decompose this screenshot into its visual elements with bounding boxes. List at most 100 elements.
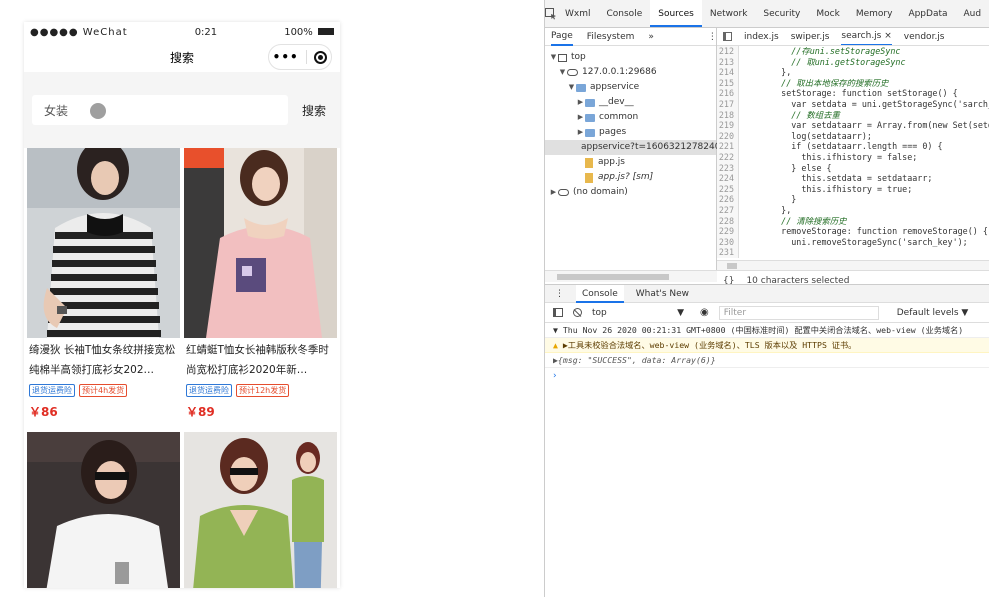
tree-item[interactable]: ▼ appservice <box>545 80 716 95</box>
context-selector[interactable]: top ▼ <box>592 308 690 318</box>
code-line[interactable]: 224 this.setdata = setdataarr; <box>717 173 989 184</box>
navigator-scrollbar[interactable] <box>545 270 717 282</box>
line-number[interactable]: 220 <box>717 130 739 142</box>
line-number[interactable]: 221 <box>717 141 739 152</box>
toggle-navigator-icon[interactable] <box>723 32 732 41</box>
console-object-row[interactable]: ▶{msg: "SUCCESS", data: Array(6)} <box>545 353 989 368</box>
product-card[interactable] <box>184 432 337 588</box>
more-tabs-icon[interactable]: » <box>648 32 654 42</box>
code-lines[interactable]: 212 //存uni.setStorageSync 213 // 取uni.get… <box>717 46 989 260</box>
code-line[interactable]: 223 } else { <box>717 162 989 174</box>
tree-item[interactable]: ▼ top <box>545 50 716 65</box>
code-line[interactable]: 229 removeStorage: function removeStorag… <box>717 226 989 237</box>
tree-item[interactable]: ▶ (no domain) <box>545 185 716 200</box>
tab-security[interactable]: Security <box>755 0 808 27</box>
tab-network[interactable]: Network <box>702 0 756 27</box>
line-number[interactable]: 219 <box>717 120 739 131</box>
tab-page[interactable]: Page <box>551 28 573 46</box>
code-line[interactable]: 219 var setdataarr = Array.from(new Set(… <box>717 120 989 131</box>
product-card[interactable]: 红蜻蜓T恤女长袖韩版秋冬季时尚宽松打底衫2020年新… 退货运费险 预计12h发… <box>184 148 337 426</box>
line-number[interactable]: 214 <box>717 67 739 78</box>
code-line[interactable]: 216 setStorage: function setStorage() { <box>717 88 989 99</box>
file-tab-search[interactable]: search.js × <box>841 28 892 45</box>
console-log-row[interactable]: ▼ Thu Nov 26 2020 00:21:31 GMT+0800 (中国标… <box>545 323 989 338</box>
tree-toggle-icon[interactable]: ▶ <box>576 125 585 140</box>
drawer-menu-icon[interactable]: ⋮ <box>555 289 564 299</box>
line-number[interactable]: 225 <box>717 183 739 195</box>
console-filter-input[interactable]: Filter <box>718 305 879 320</box>
code-line[interactable]: 228 // 清除搜索历史 <box>717 215 989 227</box>
code-line[interactable]: 212 //存uni.setStorageSync <box>717 46 989 57</box>
console-prompt[interactable]: › <box>545 368 989 384</box>
scrollbar-thumb[interactable] <box>557 274 669 280</box>
code-line[interactable]: 220 log(setdataarr); <box>717 130 989 142</box>
line-number[interactable]: 215 <box>717 77 739 89</box>
line-number[interactable]: 212 <box>717 46 739 57</box>
code-line[interactable]: 221 if (setdataarr.length === 0) { <box>717 141 989 152</box>
line-number[interactable]: 227 <box>717 204 739 216</box>
code-line[interactable]: 214 }, <box>717 67 989 78</box>
tree-toggle-icon[interactable]: ▼ <box>549 50 558 65</box>
code-line[interactable]: 217 var setdata = uni.getStorageSync('sa… <box>717 98 989 110</box>
product-image[interactable] <box>27 432 180 588</box>
tree-item[interactable]: ▶ __dev__ <box>545 95 716 110</box>
scrollbar-thumb[interactable] <box>727 263 737 269</box>
tab-memory[interactable]: Memory <box>848 0 901 27</box>
line-number[interactable]: 222 <box>717 151 739 163</box>
line-number[interactable]: 216 <box>717 88 739 99</box>
live-expression-eye-icon[interactable]: ◉ <box>700 307 709 318</box>
tree-toggle-icon[interactable]: ▼ <box>567 80 576 95</box>
tree-toggle-icon[interactable]: ▶ <box>576 95 585 110</box>
product-card[interactable]: 绮漫狄 长袖T恤女条纹拼接宽松纯棉半高领打底衫女202… 退货运费险 预计4h发… <box>27 148 180 426</box>
inspect-element-icon[interactable] <box>545 1 557 27</box>
tab-console[interactable]: Console <box>599 0 651 27</box>
drawer-tab-whats-new[interactable]: What's New <box>636 289 689 299</box>
product-title[interactable]: 红蜻蜓T恤女长袖韩版秋冬季时尚宽松打底衫2020年新… <box>184 340 337 382</box>
line-number[interactable]: 223 <box>717 162 739 174</box>
product-card[interactable] <box>27 432 180 588</box>
file-tab-swiper[interactable]: swiper.js <box>791 32 830 42</box>
line-number[interactable]: 217 <box>717 98 739 110</box>
tree-item[interactable]: ▶ pages <box>545 125 716 140</box>
tree-toggle-icon[interactable]: ▶ <box>549 185 558 200</box>
line-number[interactable]: 213 <box>717 56 739 68</box>
tab-wxml[interactable]: Wxml <box>557 0 599 27</box>
tab-sources[interactable]: Sources <box>650 0 702 27</box>
file-tab-vendor[interactable]: vendor.js <box>904 32 945 42</box>
line-number[interactable]: 230 <box>717 236 739 248</box>
tab-filesystem[interactable]: Filesystem <box>587 32 635 42</box>
drawer-tab-console[interactable]: Console <box>576 284 624 303</box>
search-button[interactable]: 搜索 <box>302 102 326 119</box>
log-levels-dropdown[interactable]: Default levels ▼ <box>897 308 969 318</box>
tree-toggle-icon[interactable]: ▼ <box>558 65 567 80</box>
tab-appdata[interactable]: AppData <box>900 0 955 27</box>
tree-toggle-icon[interactable]: ▶ <box>576 110 585 125</box>
line-number[interactable]: 228 <box>717 215 739 227</box>
product-image[interactable] <box>184 148 337 338</box>
tree-item[interactable]: ▶ common <box>545 110 716 125</box>
code-line[interactable]: 227 }, <box>717 204 989 216</box>
tab-mock[interactable]: Mock <box>808 0 847 27</box>
tree-item[interactable]: app.js <box>545 155 716 170</box>
line-number[interactable]: 231 <box>717 247 739 258</box>
product-title[interactable]: 绮漫狄 长袖T恤女条纹拼接宽松纯棉半高领打底衫女202… <box>27 340 180 382</box>
code-line[interactable]: 213 // 取uni.getStorageSync <box>717 56 989 68</box>
tree-item[interactable]: appservice?t=1606321278240 <box>545 140 720 155</box>
tree-item[interactable]: app.js? [sm] <box>545 170 716 185</box>
line-number[interactable]: 229 <box>717 226 739 237</box>
line-number[interactable]: 224 <box>717 173 739 184</box>
editor-scrollbar[interactable] <box>717 260 989 270</box>
code-line[interactable]: 231 <box>717 247 989 258</box>
console-warning-row[interactable]: ▲ ▶工具未校验合法域名、web-view (业务域名)、TLS 版本以及 HT… <box>545 338 989 353</box>
product-image[interactable] <box>27 148 180 338</box>
tab-audits[interactable]: Aud <box>956 0 989 27</box>
code-line[interactable]: 226 } <box>717 194 989 205</box>
kebab-menu-icon[interactable]: ⋮ <box>708 32 717 42</box>
code-line[interactable]: 225 this.ifhistory = true; <box>717 183 989 195</box>
sidebar-toggle-icon[interactable] <box>553 308 563 317</box>
clear-console-icon[interactable] <box>573 308 582 317</box>
product-image[interactable] <box>184 432 337 588</box>
code-line[interactable]: 215 // 取出本地保存的搜索历史 <box>717 77 989 89</box>
more-icon[interactable]: ••• <box>273 50 299 64</box>
line-number[interactable]: 226 <box>717 194 739 205</box>
